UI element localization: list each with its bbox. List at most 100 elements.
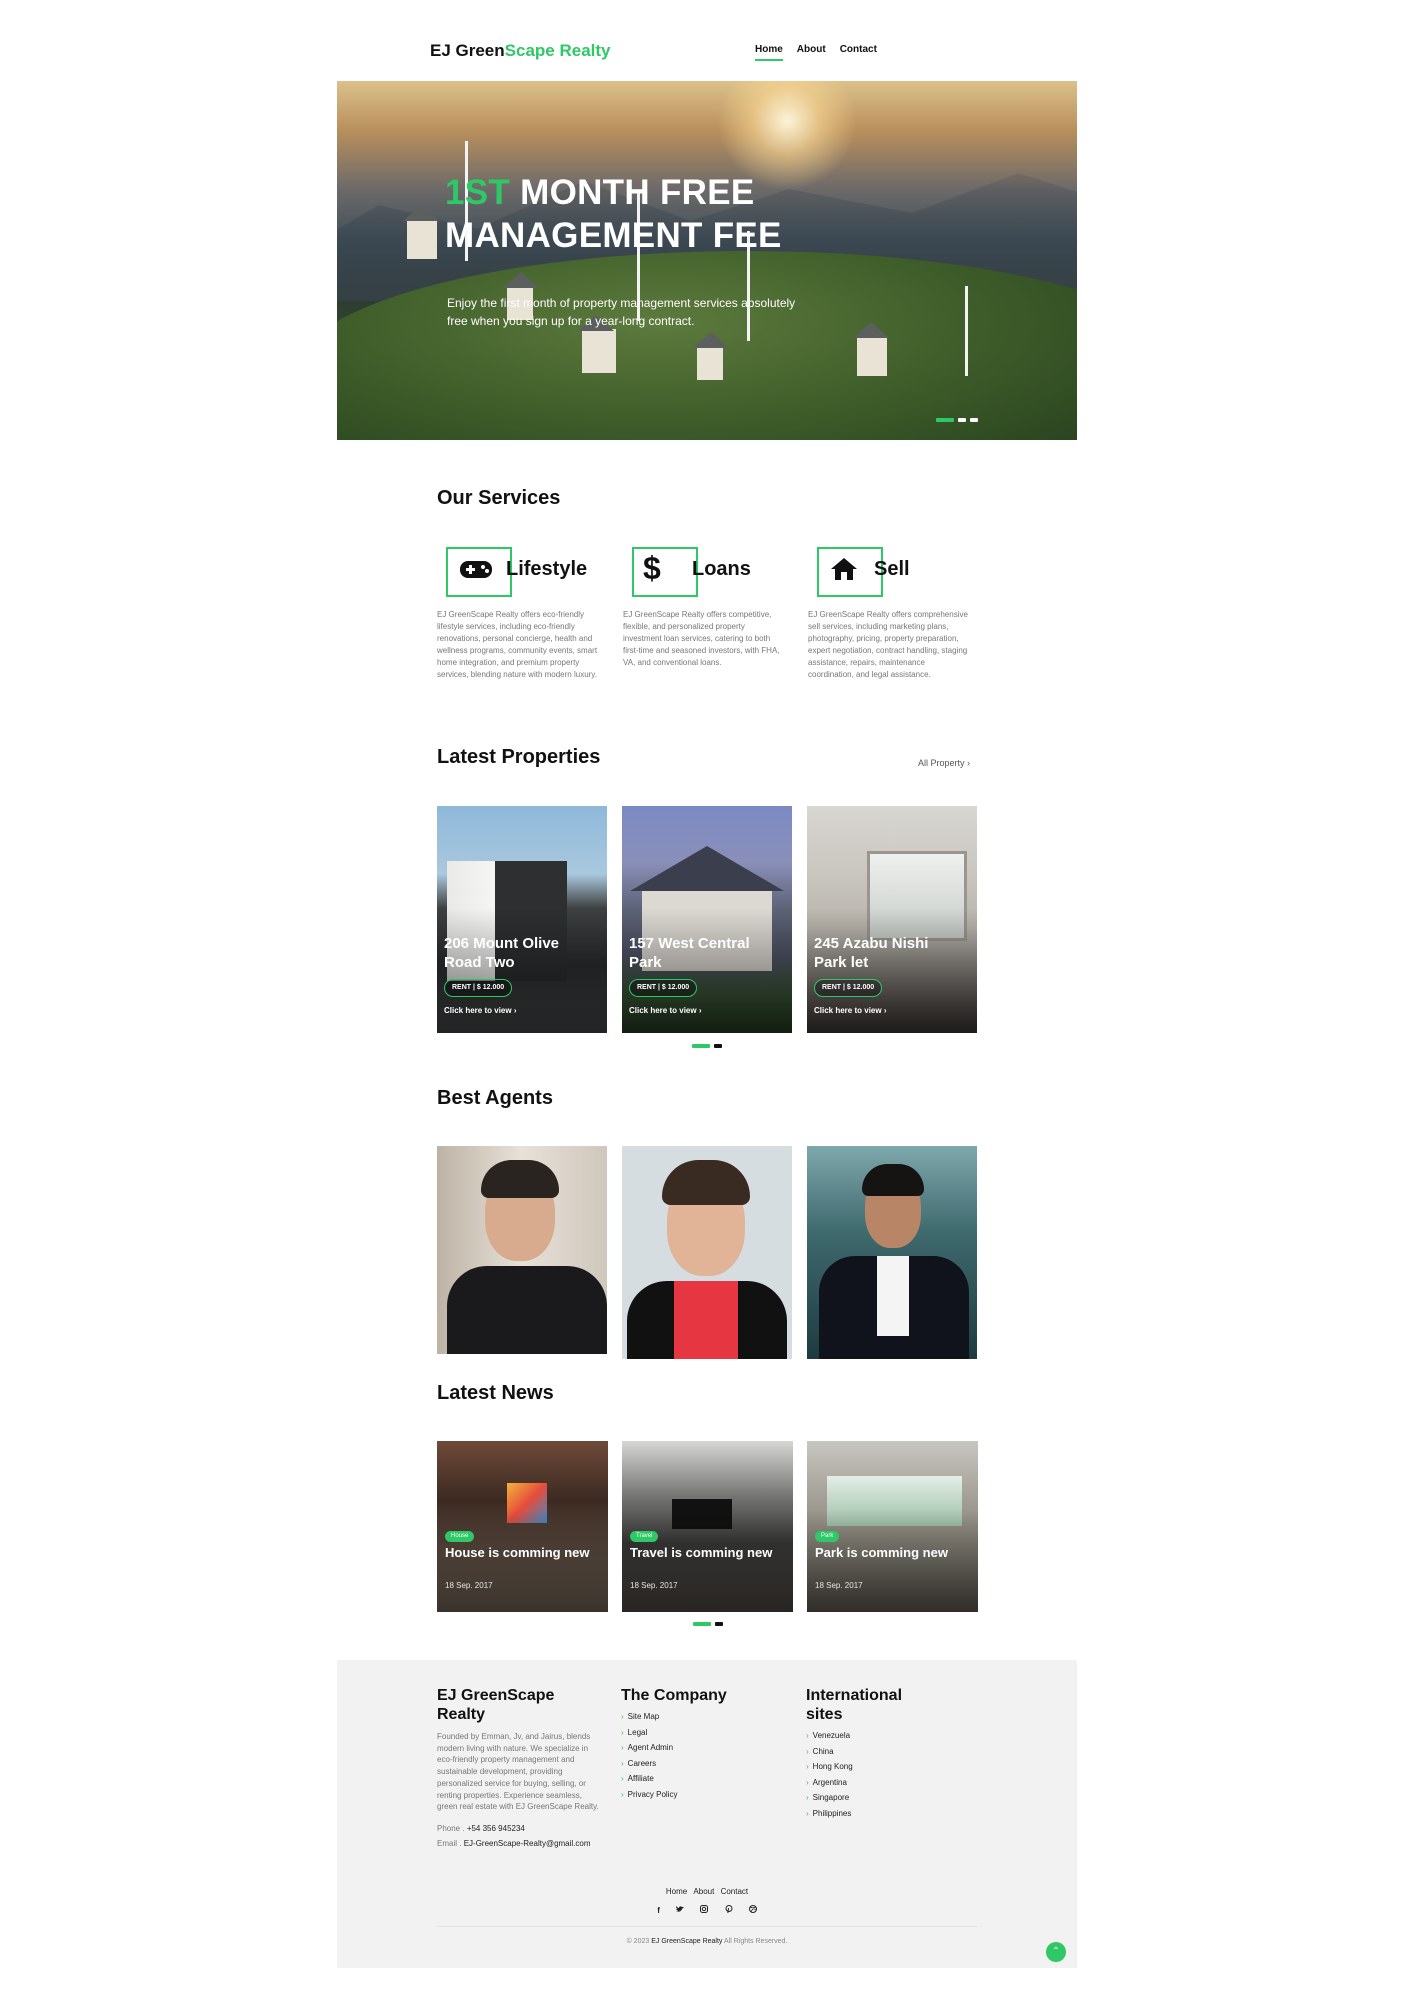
copyright-year: © 2023 <box>626 1938 650 1945</box>
intl-links: › Venezuela › China › Hong Kong › Argentina … <box>806 1728 916 1821</box>
company-link[interactable]: › Site Map <box>621 1709 771 1725</box>
property-view-link[interactable]: Click here to view › <box>629 1006 702 1015</box>
properties-heading: Latest Properties <box>437 746 601 768</box>
logo-text-dark: EJ Green <box>430 41 505 60</box>
intl-link[interactable]: › China <box>806 1744 916 1760</box>
property-card[interactable]: 206 Mount Olive Road Two RENT | $ 12.000… <box>437 806 607 1033</box>
nav-about[interactable]: About <box>797 44 826 61</box>
all-property-label: All Property <box>918 758 965 768</box>
properties-dot-2[interactable] <box>714 1044 722 1048</box>
chevron-right-icon: › <box>806 1808 809 1818</box>
intl-link[interactable]: › Argentina <box>806 1775 916 1791</box>
property-view-link[interactable]: Click here to view › <box>814 1006 887 1015</box>
phone-label: Phone . <box>437 1823 465 1833</box>
properties-dot-1[interactable] <box>692 1044 710 1048</box>
chevron-right-icon: › <box>806 1777 809 1787</box>
news-title: Travel is comming new <box>630 1545 773 1560</box>
news-tag: Travel <box>630 1531 659 1542</box>
chevron-right-icon: › <box>806 1731 809 1740</box>
footer-brand: EJ GreenScape Realty <box>437 1687 555 1723</box>
news-date: 18 Sep. 2017 <box>630 1581 678 1590</box>
hero-dot-3[interactable] <box>970 418 978 422</box>
news-dot-2[interactable] <box>715 1622 723 1626</box>
copyright-rights: All Rights Reserved. <box>723 1938 788 1945</box>
copyright-brand[interactable]: EJ GreenScape Realty <box>651 1938 722 1945</box>
chevron-right-icon: › <box>621 1758 624 1768</box>
main-nav: Home About Contact <box>755 44 877 61</box>
site-header: EJ GreenScape Realty Home About Contact <box>430 36 880 66</box>
site-footer: EJ GreenScape Realty Founded by Emman, J… <box>337 1660 1077 1968</box>
company-link[interactable]: › Legal <box>621 1725 771 1741</box>
hero-dot-2[interactable] <box>958 418 966 422</box>
card-overlay <box>807 806 977 1033</box>
agent-hair <box>662 1160 750 1205</box>
facebook-icon[interactable]: f <box>657 1906 660 1915</box>
hero-title: 1ST MONTH FREE MANAGEMENT FEE <box>445 171 782 257</box>
news-card[interactable]: House House is comming new 18 Sep. 2017 <box>437 1441 608 1612</box>
intl-link[interactable]: › Singapore <box>806 1790 916 1806</box>
hero-house-3 <box>578 315 616 373</box>
company-link[interactable]: › Careers <box>621 1756 771 1772</box>
service-title: Loans <box>692 558 751 580</box>
pinterest-icon[interactable] <box>725 1905 733 1915</box>
news-card[interactable]: Park Park is comming new 18 Sep. 2017 <box>807 1441 978 1612</box>
nav-contact[interactable]: Contact <box>840 44 877 61</box>
property-price-badge: RENT | $ 12.000 <box>814 979 883 997</box>
service-loans: $ Loans EJ GreenScape Realty offers comp… <box>623 545 788 669</box>
hero-title-accent: 1ST <box>445 173 511 212</box>
hero-carousel-dots <box>936 418 978 422</box>
chevron-right-icon: › <box>621 1774 624 1783</box>
phone-number[interactable]: +54 356 945234 <box>467 1824 525 1833</box>
property-view-label: Click here to view <box>444 1006 512 1015</box>
agent-photo[interactable] <box>437 1146 607 1354</box>
property-price-badge: RENT | $ 12.000 <box>629 979 698 997</box>
hero-title-rest: MONTH FREE <box>510 173 755 212</box>
news-card[interactable]: Travel Travel is comming new 18 Sep. 201… <box>622 1441 793 1612</box>
service-icon-frame <box>632 547 698 597</box>
instagram-icon[interactable] <box>700 1905 709 1915</box>
service-description: EJ GreenScape Realty offers eco-friendly… <box>437 610 598 679</box>
twitter-icon[interactable] <box>676 1906 685 1915</box>
property-title: 245 Azabu Nishi Park let <box>814 935 929 971</box>
properties-carousel-dots <box>692 1044 722 1048</box>
chevron-right-icon: › <box>698 1006 702 1015</box>
company-link[interactable]: › Affiliate <box>621 1771 771 1787</box>
site-logo[interactable]: EJ GreenScape Realty <box>430 41 611 61</box>
house-icon <box>830 557 858 586</box>
intl-link[interactable]: › Venezuela <box>806 1728 916 1744</box>
company-link[interactable]: › Agent Admin <box>621 1740 771 1756</box>
scroll-to-top-button[interactable]: ⌃ <box>1046 1942 1066 1962</box>
news-tag: House <box>445 1531 475 1542</box>
footer-contact: Phone . +54 356 945234 Email . EJ-GreenS… <box>437 1821 603 1851</box>
all-property-link[interactable]: All Property › <box>918 758 970 768</box>
footer-nav-contact[interactable]: Contact <box>721 1887 749 1896</box>
logo-text-green: Scape Realty <box>504 41 611 60</box>
news-tag: Park <box>815 1531 840 1542</box>
hero-dot-1[interactable] <box>936 418 954 422</box>
agent-photo[interactable] <box>807 1146 977 1359</box>
intl-link[interactable]: › Hong Kong <box>806 1759 916 1775</box>
dribbble-icon[interactable] <box>748 1905 757 1915</box>
news-dot-1[interactable] <box>693 1622 711 1626</box>
agent-shirt <box>674 1281 738 1359</box>
service-sell: Sell EJ GreenScape Realty offers compreh… <box>808 545 973 681</box>
footer-nav-about[interactable]: About <box>693 1887 714 1896</box>
footer-nav: Home About Contact <box>337 1887 1077 1896</box>
agents-heading: Best Agents <box>437 1087 553 1109</box>
property-card[interactable]: 245 Azabu Nishi Park let RENT | $ 12.000… <box>807 806 977 1033</box>
agent-photo[interactable] <box>622 1146 792 1359</box>
property-view-link[interactable]: Click here to view › <box>444 1006 517 1015</box>
footer-nav-home[interactable]: Home <box>666 1887 687 1896</box>
intl-heading: International sites <box>806 1687 903 1723</box>
intl-link[interactable]: › Philippines <box>806 1806 916 1822</box>
news-heading: Latest News <box>437 1382 554 1404</box>
chevron-right-icon: › <box>883 1006 887 1015</box>
email-address[interactable]: EJ-GreenScape-Realty@gmail.com <box>464 1839 591 1848</box>
property-title: 157 West Central Park <box>629 935 750 971</box>
email-label: Email . <box>437 1838 462 1848</box>
company-link[interactable]: › Privacy Policy <box>621 1787 771 1803</box>
social-links: f <box>337 1905 1077 1915</box>
service-lifestyle: Lifestyle EJ GreenScape Realty offers ec… <box>437 545 602 681</box>
nav-home[interactable]: Home <box>755 44 783 61</box>
property-card[interactable]: 157 West Central Park RENT | $ 12.000 Cl… <box>622 806 792 1033</box>
